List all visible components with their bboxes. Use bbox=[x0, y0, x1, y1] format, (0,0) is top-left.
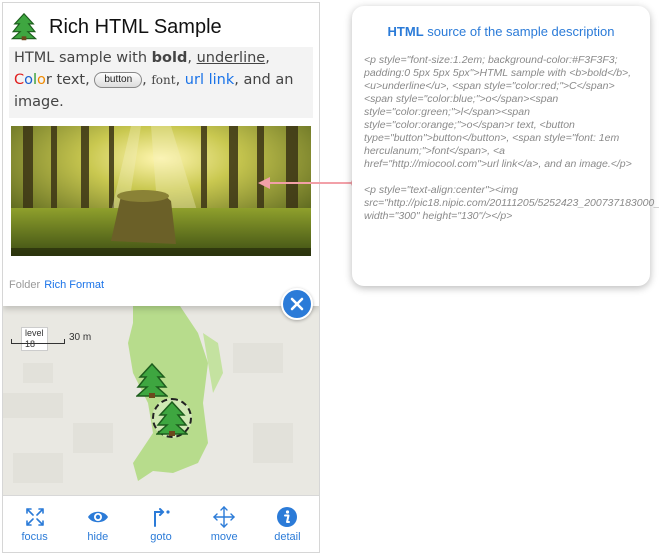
callout-title: HTML source of the sample description bbox=[352, 24, 650, 39]
callout-title-rest: source of the sample description bbox=[423, 24, 615, 39]
callout-title-strong: HTML bbox=[387, 24, 424, 39]
source-callout: HTML source of the sample description <p… bbox=[352, 6, 659, 286]
screenshot-stage: level 18 30 m Rich HTML Sample HTML samp… bbox=[0, 0, 659, 555]
html-source-code: <p style="font-size:1.2em; background-co… bbox=[364, 54, 659, 222]
